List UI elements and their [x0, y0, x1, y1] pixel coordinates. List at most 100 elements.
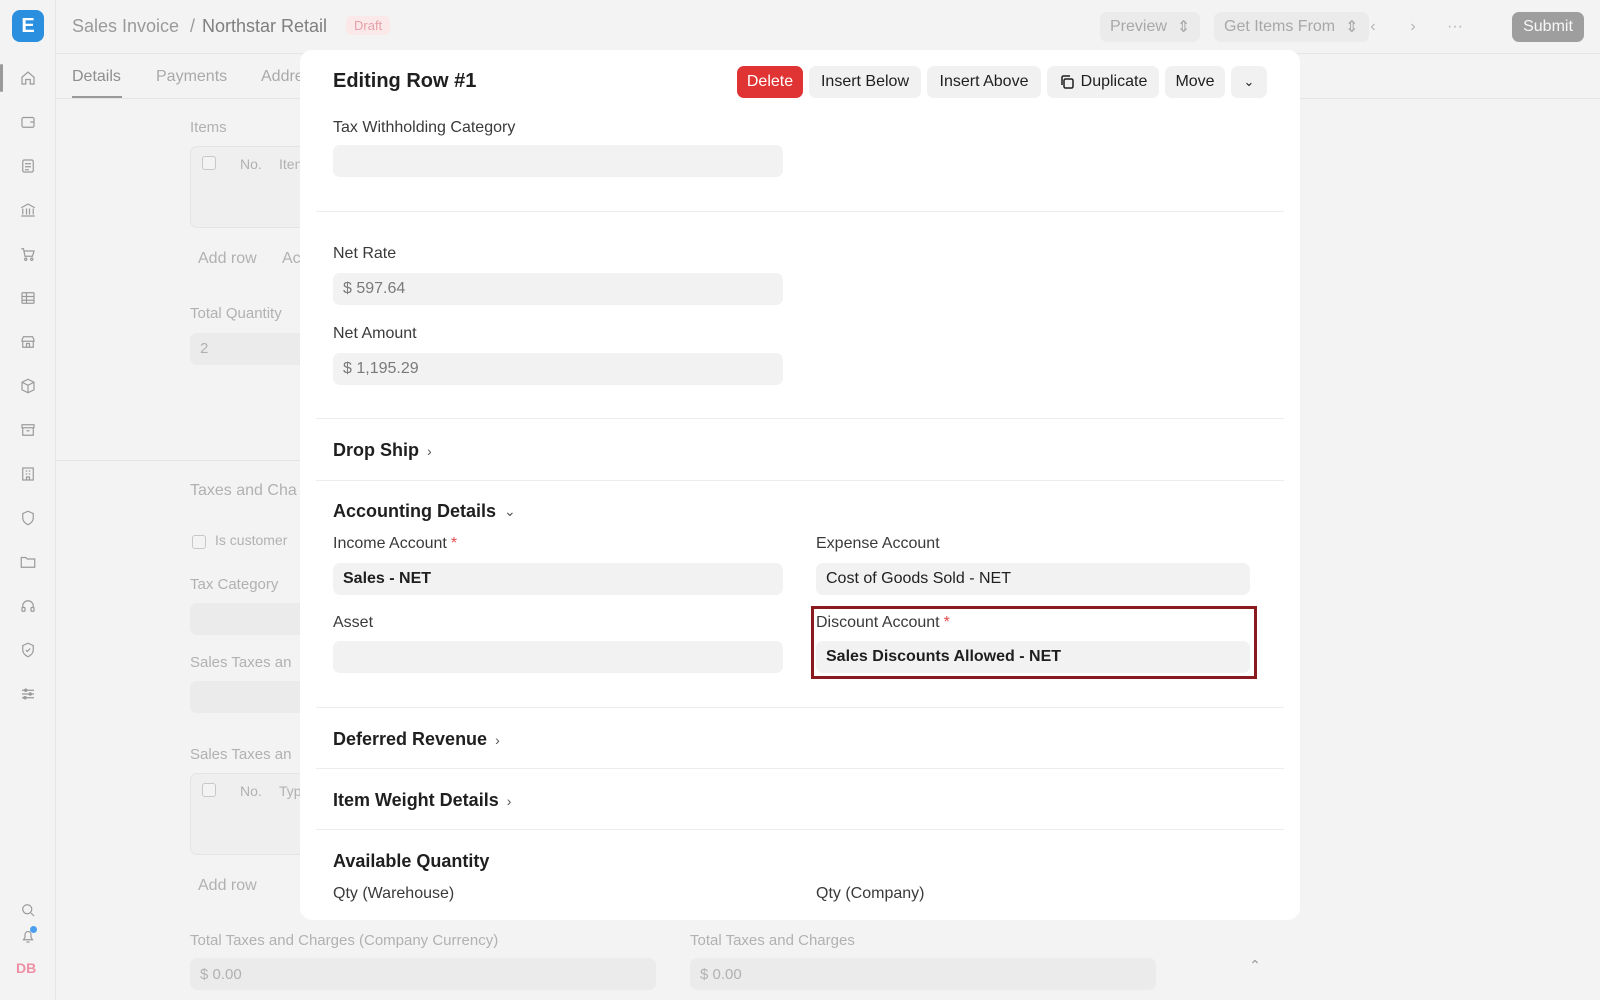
net-amount-label: Net Amount [333, 325, 417, 342]
taxes-section-title: Taxes and Cha [190, 482, 297, 499]
breadcrumb-doctype[interactable]: Sales Invoice [72, 16, 179, 37]
items-col-item: Iten [279, 156, 303, 172]
more-actions-dropdown[interactable]: ⌄ [1231, 66, 1267, 98]
headset-icon[interactable] [16, 594, 40, 618]
section-divider [316, 418, 1284, 419]
sales-taxes-template-field[interactable] [190, 681, 310, 713]
chevron-right-icon: › [495, 731, 500, 748]
expense-account-label: Expense Account [816, 535, 940, 552]
section-divider [316, 707, 1284, 708]
qty-warehouse-label: Qty (Warehouse) [333, 885, 455, 902]
expense-account-field[interactable]: Cost of Goods Sold - NET [816, 563, 1250, 595]
user-avatar[interactable]: DB [16, 960, 36, 976]
total-taxes-company-field [190, 958, 656, 990]
edit-row-modal: Editing Row #1 Delete Insert Below Inser… [300, 50, 1300, 920]
chevron-up-down-icon: ⇕ [1345, 19, 1359, 36]
move-button[interactable]: Move [1165, 66, 1225, 98]
store-icon[interactable] [16, 330, 40, 354]
income-account-label: Income Account * [333, 535, 457, 553]
search-icon[interactable] [16, 898, 40, 922]
shield-icon[interactable] [16, 506, 40, 530]
package-icon[interactable] [16, 374, 40, 398]
available-quantity-section: Available Quantity [333, 851, 489, 872]
more-options-icon[interactable]: ··· [1440, 12, 1470, 42]
table-icon[interactable] [16, 286, 40, 310]
home-icon[interactable] [16, 66, 40, 90]
tab-details[interactable]: Details [72, 68, 121, 86]
tab-payments[interactable]: Payments [156, 68, 227, 86]
items-label: Items [190, 119, 227, 136]
prev-record-icon[interactable]: ‹ [1358, 12, 1388, 42]
sidebar: E DB [0, 0, 56, 1000]
tab-address[interactable]: Addre [261, 68, 304, 86]
wallet-icon[interactable] [16, 110, 40, 134]
scroll-to-top-icon[interactable]: ⌃ [1240, 950, 1270, 980]
add-row-button[interactable]: Add row [198, 250, 257, 268]
bank-icon[interactable] [16, 198, 40, 222]
badge-icon[interactable] [16, 638, 40, 662]
total-taxes-company-value: $ 0.00 [200, 966, 242, 983]
archive-icon[interactable] [16, 418, 40, 442]
deferred-revenue-section-toggle[interactable]: Deferred Revenue › [333, 729, 500, 750]
status-badge: Draft [346, 16, 391, 35]
building-icon[interactable] [16, 462, 40, 486]
app-logo[interactable]: E [12, 10, 44, 42]
accounting-details-section-toggle[interactable]: Accounting Details ⌄ [333, 501, 516, 522]
duplicate-label: Duplicate [1080, 73, 1148, 90]
deferred-revenue-title: Deferred Revenue [333, 729, 488, 749]
section-divider [316, 480, 1284, 481]
section-divider [316, 768, 1284, 769]
chevron-down-icon: ⌄ [1243, 74, 1255, 89]
breadcrumb-separator: / [190, 16, 196, 36]
total-quantity-label: Total Quantity [190, 305, 282, 322]
get-items-label: Get Items From [1224, 18, 1336, 35]
is-customer-label: Is customer [215, 532, 288, 548]
folder-icon[interactable] [16, 550, 40, 574]
chevron-up-down-icon: ⇕ [1176, 19, 1191, 36]
required-mark: * [450, 535, 458, 552]
sales-taxes-template-label: Sales Taxes an [190, 654, 292, 671]
sidebar-active-indicator [0, 64, 3, 92]
document-icon[interactable] [16, 154, 40, 178]
is-customer-checkbox[interactable] [192, 535, 206, 549]
net-amount-field: $ 1,195.29 [333, 353, 783, 385]
taxes-select-all-checkbox[interactable] [202, 783, 216, 797]
items-select-all-checkbox[interactable] [202, 156, 216, 170]
taxes-col-type: Typ [279, 783, 302, 799]
next-record-icon[interactable]: › [1398, 12, 1428, 42]
item-weight-section-toggle[interactable]: Item Weight Details › [333, 790, 511, 811]
copy-icon [1060, 75, 1074, 89]
income-account-label-text: Income Account [333, 535, 447, 552]
chevron-right-icon: › [427, 442, 432, 459]
section-divider [316, 211, 1284, 212]
top-bar: Sales Invoice / Northstar Retail Draft P… [56, 0, 1600, 54]
item-weight-title: Item Weight Details [333, 790, 499, 810]
cart-icon[interactable] [16, 242, 40, 266]
tax-category-field[interactable] [190, 603, 310, 635]
income-account-field[interactable]: Sales - NET [333, 563, 783, 595]
drop-ship-section-toggle[interactable]: Drop Ship › [333, 440, 432, 461]
total-quantity-value: 2 [200, 340, 209, 357]
total-taxes-label: Total Taxes and Charges [690, 932, 855, 949]
preview-button[interactable]: Preview ⇕ [1100, 12, 1201, 42]
total-taxes-value: $ 0.00 [700, 966, 742, 983]
add-multiple-button[interactable]: Ac [282, 250, 301, 268]
insert-above-button[interactable]: Insert Above [927, 66, 1041, 98]
section-divider [316, 829, 1284, 830]
add-tax-row-button[interactable]: Add row [198, 877, 257, 895]
tax-withholding-category-field[interactable] [333, 145, 783, 177]
insert-below-button[interactable]: Insert Below [809, 66, 921, 98]
submit-button[interactable]: Submit [1512, 12, 1584, 42]
get-items-from-button[interactable]: Get Items From ⇕ [1214, 12, 1369, 42]
duplicate-button[interactable]: Duplicate [1047, 66, 1159, 98]
sliders-icon[interactable] [16, 682, 40, 706]
drop-ship-title: Drop Ship [333, 440, 419, 460]
asset-field[interactable] [333, 641, 783, 673]
taxes-col-no: No. [240, 783, 262, 799]
delete-button[interactable]: Delete [737, 66, 803, 98]
discount-account-highlight [811, 606, 1257, 679]
qty-company-label: Qty (Company) [816, 885, 925, 902]
accounting-details-title: Accounting Details [333, 501, 497, 521]
net-rate-label: Net Rate [333, 245, 397, 262]
tax-category-label: Tax Category [190, 576, 279, 593]
